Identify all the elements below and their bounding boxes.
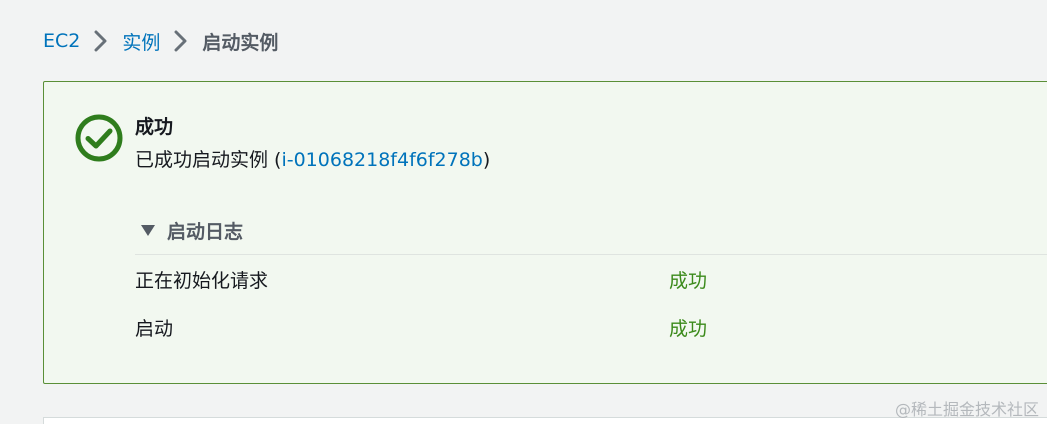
flash-title: 成功	[135, 116, 174, 138]
flash-message-suffix: )	[482, 149, 491, 171]
instance-id-link[interactable]: i-01068218f4f6f278b	[281, 149, 482, 171]
launch-log-toggle[interactable]: 启动日志	[141, 217, 243, 244]
breadcrumb-ec2-link[interactable]: EC2	[43, 30, 80, 52]
divider	[135, 254, 1047, 255]
chevron-right-icon	[90, 30, 112, 52]
launch-log-step: 正在初始化请求	[135, 270, 269, 292]
success-flash-panel: 成功 已成功启动实例 (i-01068218f4f6f278b) 启动日志 正在…	[43, 81, 1047, 384]
page: EC2 实例 启动实例 成功 已成功启动实例 (i-01068218f4f6f2…	[0, 0, 1047, 424]
breadcrumb-instances-link[interactable]: 实例	[122, 28, 160, 55]
breadcrumb-current-page: 启动实例	[202, 31, 279, 54]
check-circle-icon	[74, 113, 124, 163]
chevron-right-icon	[170, 30, 192, 52]
launch-log-status: 成功	[669, 318, 708, 340]
launch-log-row: 启动 成功	[135, 314, 1047, 348]
flash-message-prefix: 已成功启动实例 (	[135, 149, 282, 171]
launch-log-row: 正在初始化请求 成功	[135, 266, 1047, 300]
launch-log-title: 启动日志	[167, 221, 244, 243]
breadcrumb: EC2 实例 启动实例	[43, 26, 278, 56]
launch-log-status: 成功	[669, 270, 708, 292]
flash-message: 已成功启动实例 (i-01068218f4f6f278b)	[135, 145, 490, 172]
launch-log-step: 启动	[135, 318, 174, 340]
caret-down-icon	[141, 225, 155, 236]
watermark: @稀土掘金技术社区	[894, 400, 1039, 419]
